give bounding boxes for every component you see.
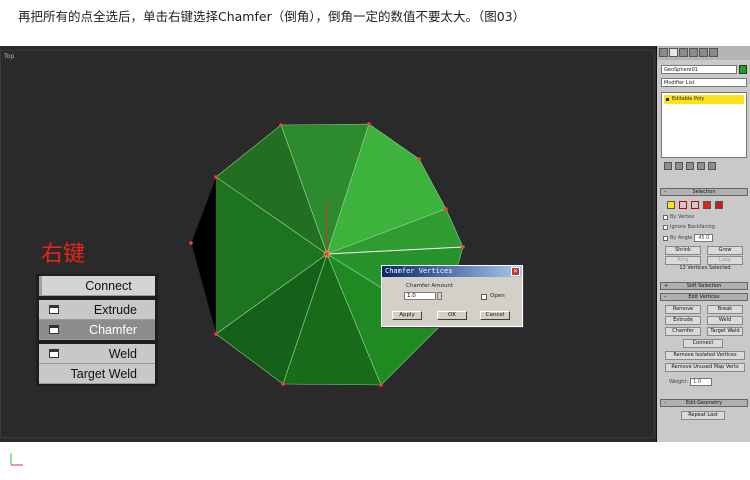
chamfer-amount-field[interactable]: 1.0 bbox=[404, 292, 436, 300]
quad-item-label: Target Weld bbox=[70, 366, 137, 381]
quad-item-connect[interactable]: Connect bbox=[39, 276, 155, 296]
polygon-mode-icon[interactable] bbox=[703, 201, 711, 209]
angle-field[interactable]: 45.0 bbox=[694, 234, 714, 242]
break-button[interactable]: Break bbox=[707, 305, 743, 314]
target-weld-button[interactable]: Target Weld bbox=[707, 327, 743, 336]
display-tab-icon[interactable] bbox=[699, 48, 708, 57]
command-panel-tabs bbox=[657, 46, 750, 60]
ignore-backfacing-label: Ignore Backfacing bbox=[670, 224, 715, 230]
quad-item-weld[interactable]: Weld bbox=[39, 344, 155, 364]
weld-button[interactable]: Weld bbox=[707, 316, 743, 325]
chamfer-vertices-dialog: Chamfer Vertices × Chamfer Amount 1.0 Op… bbox=[381, 265, 523, 327]
by-vertex-checkbox[interactable] bbox=[663, 214, 668, 220]
top-viewport[interactable]: Top 右键 Connect Extrude Chamfer Weld Targ… bbox=[0, 50, 704, 479]
vertex-mode-icon[interactable] bbox=[667, 201, 675, 209]
quad-item-label: Extrude bbox=[93, 302, 137, 317]
quad-item-extrude[interactable]: Extrude bbox=[39, 300, 155, 320]
soft-selection-rollout[interactable]: Soft Selection bbox=[660, 282, 748, 290]
weight-label: Weight: bbox=[669, 379, 689, 385]
axis-gizmo-icon bbox=[10, 453, 23, 466]
ignore-backfacing-checkbox[interactable] bbox=[663, 224, 668, 230]
3dsmax-window: Top 右键 Connect Extrude Chamfer Weld Targ… bbox=[0, 46, 750, 479]
chamfer-amount-label: Chamfer Amount bbox=[406, 283, 453, 289]
by-angle-checkbox[interactable] bbox=[663, 235, 668, 241]
weight-row: Weight: 1.0 bbox=[669, 378, 713, 386]
quad-item-label: Weld bbox=[108, 346, 137, 361]
by-vertex-label: By Vertex bbox=[670, 214, 695, 220]
spinner-icon[interactable] bbox=[437, 292, 442, 300]
settings-box-icon[interactable] bbox=[49, 325, 59, 334]
open-label: Open bbox=[490, 293, 505, 299]
quad-item-chamfer[interactable]: Chamfer bbox=[39, 320, 155, 340]
make-unique-icon[interactable] bbox=[686, 162, 694, 170]
quad-item-target-weld[interactable]: Target Weld bbox=[39, 364, 155, 384]
cancel-button[interactable]: Cancel bbox=[480, 311, 510, 320]
by-angle-option[interactable]: By Angle 45.0 bbox=[663, 234, 714, 242]
connect-button[interactable]: Connect bbox=[683, 339, 723, 348]
open-checkbox[interactable] bbox=[481, 294, 487, 300]
pin-stack-icon[interactable] bbox=[664, 162, 672, 170]
remove-isolated-button[interactable]: Remove Isolated Vertices bbox=[665, 351, 745, 360]
object-name-field[interactable]: GeoSphere01 bbox=[661, 65, 737, 74]
remove-unused-button[interactable]: Remove Unused Map Verts bbox=[665, 363, 745, 372]
loop-button[interactable]: Loop bbox=[707, 256, 743, 265]
close-icon[interactable]: × bbox=[511, 267, 520, 276]
caption-text: 再把所有的点全选后，单击右键选择Chamfer（倒角），倒角一定的数值不要太大。… bbox=[18, 9, 526, 24]
ring-button[interactable]: Ring bbox=[665, 256, 701, 265]
command-panel: GeoSphere01 Modifier List Editable Poly … bbox=[656, 46, 750, 442]
stack-toolbar bbox=[661, 162, 747, 172]
chamfer-button[interactable]: Chamfer bbox=[665, 327, 701, 336]
hierarchy-tab-icon[interactable] bbox=[679, 48, 688, 57]
quad-item-label: Connect bbox=[85, 278, 132, 293]
dialog-title: Chamfer Vertices bbox=[385, 267, 453, 275]
watermark: 3Dmax吧【www.linecg.com/tieba/1771】 bbox=[457, 466, 705, 479]
extrude-button[interactable]: Extrude bbox=[665, 316, 701, 325]
edit-geometry-rollout[interactable]: Edit Geometry bbox=[660, 399, 748, 407]
utilities-tab-icon[interactable] bbox=[709, 48, 718, 57]
selection-rollout[interactable]: Selection bbox=[660, 188, 748, 196]
remove-button[interactable]: Remove bbox=[665, 305, 701, 314]
edit-vertices-rollout[interactable]: Edit Vertices bbox=[660, 293, 748, 301]
by-angle-label: By Angle bbox=[670, 235, 693, 241]
remove-modifier-icon[interactable] bbox=[697, 162, 705, 170]
selection-status: 12 Vertices Selected bbox=[679, 265, 731, 271]
edge-mode-icon[interactable] bbox=[679, 201, 687, 209]
ignore-backfacing-option[interactable]: Ignore Backfacing bbox=[663, 224, 715, 230]
settings-box-icon[interactable] bbox=[49, 349, 59, 358]
create-tab-icon[interactable] bbox=[659, 48, 668, 57]
modifier-list-dropdown[interactable]: Modifier List bbox=[661, 78, 747, 87]
modifier-stack: Editable Poly bbox=[661, 92, 747, 158]
element-mode-icon[interactable] bbox=[715, 201, 723, 209]
settings-box-icon[interactable] bbox=[49, 305, 59, 314]
configure-icon[interactable] bbox=[708, 162, 716, 170]
dialog-title-bar[interactable]: Chamfer Vertices × bbox=[382, 266, 522, 277]
grow-button[interactable]: Grow bbox=[707, 246, 743, 255]
border-mode-icon[interactable] bbox=[691, 201, 699, 209]
quad-menu: Connect Extrude Chamfer Weld Target Weld bbox=[36, 274, 158, 386]
quad-item-label: Chamfer bbox=[89, 322, 137, 337]
object-color-swatch[interactable] bbox=[739, 65, 747, 74]
motion-tab-icon[interactable] bbox=[689, 48, 698, 57]
by-vertex-option[interactable]: By Vertex bbox=[663, 214, 694, 220]
subobject-icons bbox=[667, 201, 723, 209]
apply-button[interactable]: Apply bbox=[392, 311, 422, 320]
shrink-button[interactable]: Shrink bbox=[665, 246, 701, 255]
modify-tab-icon[interactable] bbox=[669, 48, 678, 57]
show-end-result-icon[interactable] bbox=[675, 162, 683, 170]
repeat-last-button[interactable]: Repeat Last bbox=[681, 411, 725, 420]
stack-item-editable-poly[interactable]: Editable Poly bbox=[664, 95, 744, 104]
weight-field[interactable]: 1.0 bbox=[690, 378, 713, 386]
right-click-annotation: 右键 bbox=[41, 242, 86, 267]
ok-button[interactable]: OK bbox=[437, 311, 467, 320]
